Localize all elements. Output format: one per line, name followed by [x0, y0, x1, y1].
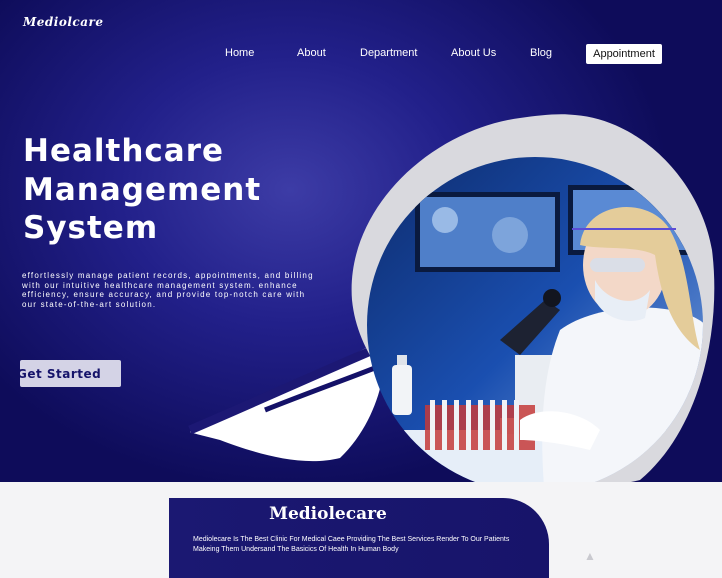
hero-description: effortlessly manage patient records, app… — [22, 271, 314, 309]
hero-title-line: Management — [23, 171, 262, 208]
appointment-button[interactable]: Appointment — [586, 44, 662, 64]
about-heading: Mediolecare — [269, 504, 387, 524]
scroll-up-icon[interactable]: ▲ — [584, 549, 596, 563]
nav-link-department[interactable]: Department — [360, 47, 417, 59]
main-nav: Home About Department About Us Blog Appo… — [0, 44, 722, 64]
nav-link-about[interactable]: About — [297, 47, 326, 59]
hero-title: Healthcare Management System — [23, 132, 261, 248]
hero-title-line: System — [23, 210, 159, 246]
hero-section: Mediolcare Home About Department About U… — [0, 0, 722, 482]
about-card: Mediolecare Mediolecare Is The Best Clin… — [169, 498, 549, 578]
nav-link-about-us[interactable]: About Us — [451, 47, 496, 59]
nav-link-blog[interactable]: Blog — [530, 47, 552, 59]
about-text: Mediolecare Is The Best Clinic For Medic… — [193, 536, 510, 553]
get-started-button[interactable]: Get Started — [20, 360, 121, 387]
nav-link-home[interactable]: Home — [225, 47, 254, 59]
hero-title-line: Healthcare — [23, 133, 225, 169]
brand-logo[interactable]: Mediolcare — [23, 15, 103, 29]
